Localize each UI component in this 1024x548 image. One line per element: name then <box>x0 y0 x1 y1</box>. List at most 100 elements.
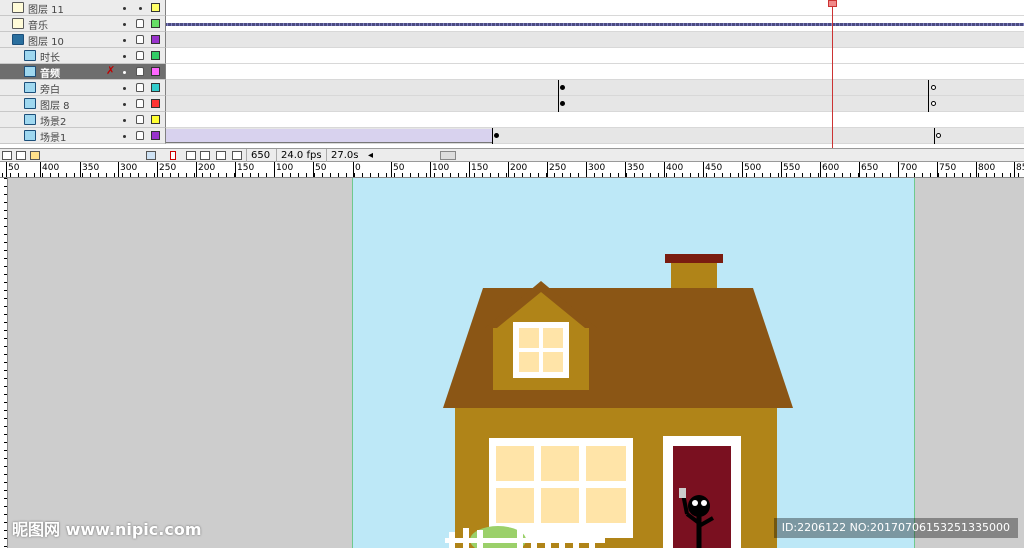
outline-color-swatch[interactable] <box>151 99 160 108</box>
visibility-dot-icon[interactable] <box>123 7 126 10</box>
layer-icon <box>12 2 24 13</box>
layer-row[interactable]: 场景2 <box>0 112 1024 128</box>
frame-track[interactable] <box>166 128 1024 144</box>
layer-label: 音频 <box>40 69 60 80</box>
add-motion-guide-icon[interactable] <box>16 151 26 160</box>
dormer-pane <box>519 352 539 372</box>
layer-row[interactable]: 图层 8 <box>0 96 1024 112</box>
layer-header[interactable]: 图层 10 <box>0 32 166 48</box>
lock-icon[interactable] <box>136 115 144 124</box>
layer-header[interactable]: 场景1 <box>0 128 166 144</box>
keyframe[interactable] <box>494 133 499 138</box>
scroll-left-arrow-icon[interactable]: ◂ <box>364 149 377 162</box>
frame-track[interactable] <box>166 64 1024 80</box>
layer-header[interactable]: 场景2 <box>0 112 166 128</box>
keyframe[interactable] <box>560 85 565 90</box>
visibility-dot-icon[interactable] <box>123 119 126 122</box>
visibility-dot-icon[interactable] <box>123 55 126 58</box>
ruler-minor-tick <box>458 173 459 177</box>
outline-color-swatch[interactable] <box>151 83 160 92</box>
outline-color-swatch[interactable] <box>151 35 160 44</box>
layer-row[interactable]: 图层 10 <box>0 32 1024 48</box>
ruler-minor-tick <box>250 173 251 177</box>
visibility-dot-icon[interactable] <box>123 135 126 138</box>
ruler-tick-label: 350 <box>627 163 645 173</box>
visibility-dot-icon[interactable] <box>123 87 126 90</box>
lock-icon[interactable] <box>136 51 144 60</box>
outline-color-swatch[interactable] <box>151 131 160 140</box>
keyframe[interactable] <box>936 133 941 138</box>
layer-row[interactable]: 音频 ✗ <box>0 64 1024 80</box>
outline-color-swatch[interactable] <box>151 3 160 12</box>
outline-color-swatch[interactable] <box>151 19 160 28</box>
visibility-dot-icon[interactable] <box>123 39 126 42</box>
center-frame-icon[interactable] <box>170 151 176 160</box>
frame-track[interactable] <box>166 112 1024 128</box>
layer-row[interactable]: 旁白 <box>0 80 1024 96</box>
stage[interactable] <box>352 178 915 548</box>
ruler-minor-tick <box>58 173 59 177</box>
ruler-minor-tick <box>538 173 539 177</box>
frame-track[interactable] <box>166 0 1024 16</box>
edit-multiple-frames-icon[interactable] <box>216 151 226 160</box>
insert-folder-icon[interactable] <box>30 151 40 160</box>
frame-track[interactable] <box>166 48 1024 64</box>
frame-rate[interactable]: 24.0 fps <box>276 149 326 162</box>
outline-color-swatch[interactable] <box>151 51 160 60</box>
lock-icon[interactable] <box>136 35 144 44</box>
lock-icon[interactable] <box>136 131 144 140</box>
ruler-minor-tick <box>370 173 371 177</box>
lock-icon[interactable] <box>136 67 144 76</box>
ruler-minor-tick <box>690 173 691 177</box>
timeline-scroll-thumb[interactable] <box>440 151 456 160</box>
onion-skin-icon[interactable] <box>186 151 196 160</box>
layer-header[interactable]: 图层 8 <box>0 96 166 112</box>
lock-icon[interactable] <box>136 99 144 108</box>
keyframe[interactable] <box>560 101 565 106</box>
ruler-minor-tick <box>282 173 283 177</box>
frame-track[interactable] <box>166 96 1024 112</box>
visibility-dot-icon[interactable] <box>123 23 126 26</box>
ruler-minor-tick <box>42 173 43 177</box>
insert-layer-icon[interactable] <box>2 151 12 160</box>
outline-color-swatch[interactable] <box>151 115 160 124</box>
dormer-pane <box>543 352 563 372</box>
frame-track[interactable] <box>166 16 1024 32</box>
lock-icon[interactable] <box>136 19 144 28</box>
layer-row[interactable]: 场景1 <box>0 128 1024 144</box>
outline-color-swatch[interactable] <box>151 67 160 76</box>
layer-header[interactable]: 音乐 <box>0 16 166 32</box>
onion-skin-outlines-icon[interactable] <box>200 151 210 160</box>
layer-label: 音乐 <box>28 21 48 32</box>
frame-boundary <box>928 80 929 96</box>
ruler-minor-tick <box>74 173 75 177</box>
playhead[interactable] <box>832 0 833 148</box>
keyframe[interactable] <box>931 101 936 106</box>
ruler-major-tick <box>508 162 509 177</box>
layer-header[interactable]: 时长 <box>0 48 166 64</box>
modify-onion-markers-icon[interactable] <box>232 151 242 160</box>
ruler-minor-tick <box>26 173 27 177</box>
delete-layer-icon[interactable] <box>146 151 156 160</box>
lock-dot-icon[interactable] <box>139 7 142 10</box>
keyframe[interactable] <box>931 85 936 90</box>
frame-track[interactable] <box>166 80 1024 96</box>
ruler-tick-label: 250 <box>159 163 177 173</box>
frame-boundary <box>928 96 929 112</box>
ruler-tick-label: 50 <box>8 163 20 173</box>
layer-icon <box>12 18 24 29</box>
layer-row[interactable]: 图层 11 <box>0 0 1024 16</box>
layer-row[interactable]: 音乐 <box>0 16 1024 32</box>
visibility-dot-icon[interactable] <box>123 71 126 74</box>
layer-header[interactable]: 图层 11 <box>0 0 166 16</box>
lock-icon[interactable] <box>136 83 144 92</box>
frame-track[interactable] <box>166 32 1024 48</box>
layer-row[interactable]: 时长 <box>0 48 1024 64</box>
watermark-logo: 昵图网 www.nipic.com <box>12 520 202 539</box>
ruler-minor-tick <box>698 173 699 177</box>
ruler-minor-tick <box>626 173 627 177</box>
playhead-handle[interactable] <box>828 0 837 7</box>
layer-header[interactable]: 旁白 <box>0 80 166 96</box>
layer-header[interactable]: 音频 ✗ <box>0 64 166 80</box>
visibility-dot-icon[interactable] <box>123 103 126 106</box>
